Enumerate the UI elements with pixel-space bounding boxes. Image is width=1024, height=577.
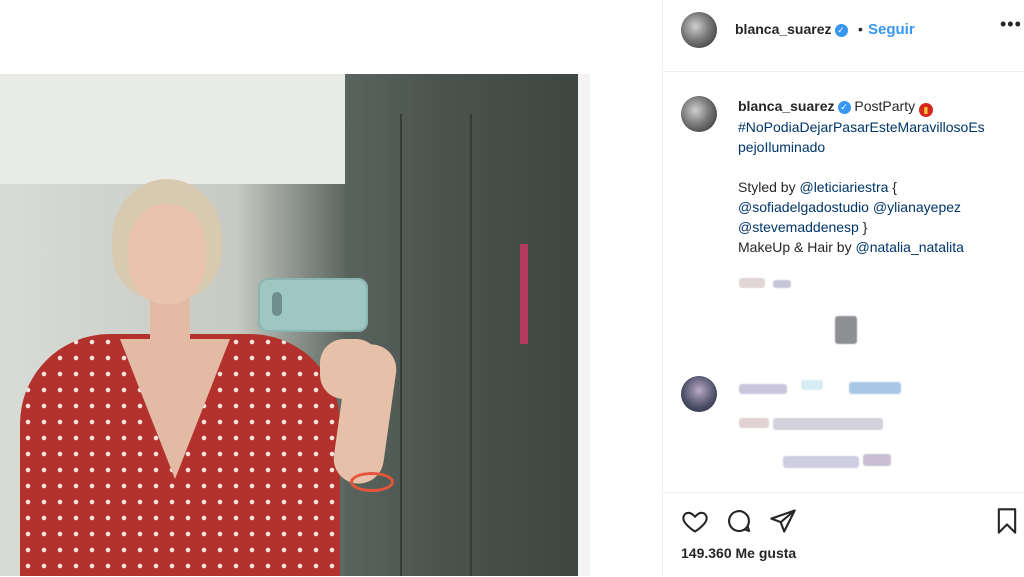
hashtag-link[interactable]: #NoPodiaDejarPasarEsteMaravillosoEs: [738, 119, 985, 135]
post-side-panel: blanca_suarez ✓ • Seguir ••• blanca_suare…: [662, 0, 1024, 576]
avatar[interactable]: [681, 12, 717, 48]
mention-link[interactable]: @ylianayepez: [873, 199, 961, 215]
brace-open: {: [892, 179, 897, 195]
photo-mirror-edge: [578, 74, 590, 576]
brace-close: }: [862, 219, 868, 235]
obscured-comment: [773, 418, 883, 430]
caption-text: PostParty: [854, 98, 916, 114]
comment-avatar[interactable]: [681, 376, 717, 412]
obscured-comment: [739, 418, 769, 428]
mention-link[interactable]: @sofiadelgadostudio: [738, 199, 869, 215]
obscured-content: [773, 280, 791, 288]
obscured-comment: [863, 454, 891, 466]
verified-icon: ✓: [834, 24, 848, 37]
caption-username[interactable]: blanca_suarez: [738, 98, 835, 114]
header-separator: •: [858, 21, 863, 37]
obscured-content: [739, 278, 765, 288]
heart-icon[interactable]: [681, 507, 709, 535]
styled-by-label: Styled by: [738, 179, 796, 195]
photo-curtain: [520, 244, 528, 344]
obscured-comment: [849, 382, 901, 394]
obscured-content: [835, 316, 857, 344]
photo-neckline: [120, 339, 230, 479]
mention-link[interactable]: @stevemaddenesp: [738, 219, 859, 235]
fries-emoji-icon: ▮: [918, 103, 933, 117]
likes-count[interactable]: 149.360 Me gusta: [681, 545, 796, 561]
makeup-label: MakeUp & Hair by: [738, 239, 852, 255]
obscured-comment: [739, 384, 787, 394]
header-username-text[interactable]: blanca_suarez: [735, 21, 832, 37]
share-icon[interactable]: [769, 507, 797, 535]
photo-wardrobe: [345, 74, 590, 576]
photo-door-line: [400, 114, 402, 576]
photo-hand: [320, 339, 380, 399]
mention-link[interactable]: @natalia_natalita: [855, 239, 963, 255]
obscured-comment: [783, 456, 859, 468]
mention-link[interactable]: @leticiariestra: [799, 179, 888, 195]
photo-phone-camera: [272, 292, 282, 316]
post-image-container: [0, 74, 662, 576]
photo-bracelet: [350, 472, 394, 492]
follow-button[interactable]: Seguir: [868, 21, 915, 38]
photo-face: [128, 204, 206, 304]
bookmark-icon[interactable]: [993, 507, 1021, 535]
header-username[interactable]: blanca_suarez ✓: [735, 21, 848, 37]
more-icon[interactable]: •••: [1000, 14, 1022, 35]
post-caption: blanca_suarez ✓ PostParty ▮ #NoPodiaDejar…: [738, 96, 1018, 257]
post-photo[interactable]: [0, 74, 590, 576]
photo-ceiling: [0, 74, 380, 184]
verified-icon: ✓: [837, 101, 851, 114]
post-header: blanca_suarez ✓ • Seguir •••: [663, 0, 1024, 72]
hashtag-link-continued[interactable]: pejoIluminado: [738, 139, 825, 155]
post-actions: 149.360 Me gusta: [663, 492, 1024, 577]
photo-door-line: [470, 114, 472, 576]
comment-icon[interactable]: [725, 507, 753, 535]
obscured-comment: [801, 380, 823, 390]
caption-avatar[interactable]: [681, 96, 717, 132]
